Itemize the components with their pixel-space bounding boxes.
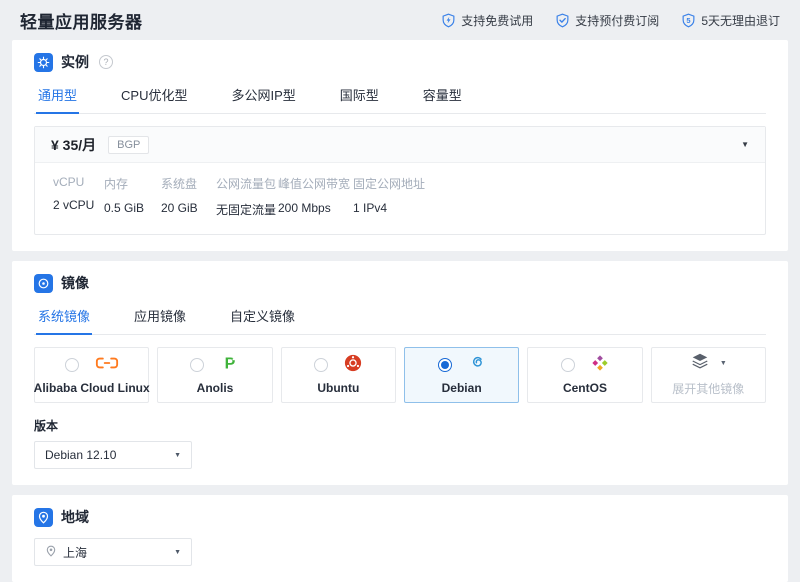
spec-value: 无固定流量 [216,203,277,217]
page-title: 轻量应用服务器 [20,13,143,32]
os-name: Alibaba Cloud Linux [33,381,150,395]
image-section-header: 镜像 [34,273,766,293]
spec-label: 固定公网地址 [353,177,426,191]
version-dropdown[interactable]: Debian 12.10 ▼ [34,441,192,469]
header-badges: 支持免费试用 支持预付费订阅 5 5天无理由退订 [441,12,780,29]
instance-section-header: 实例 ? [34,52,766,72]
radio-unchecked[interactable] [189,358,204,372]
spec-label: 内存 [104,177,129,191]
spec-value: 2 vCPU [53,198,95,212]
chevron-down-icon: ▼ [741,140,749,149]
os-card-anolis[interactable]: P Anolis [157,347,273,403]
image-section: 镜像 系统镜像 应用镜像 自定义镜像 Alibaba Cloud Linux P… [12,261,788,485]
plan-selector: ¥ 35/月 BGP ▼ vCPU 2 vCPU 内存 0.5 GiB 系统盘 … [34,126,766,235]
version-label: 版本 [34,419,59,433]
image-section-title: 镜像 [61,275,89,291]
layers-icon [690,351,710,376]
tab-app-image[interactable]: 应用镜像 [132,299,188,334]
tab-cpu-optimized[interactable]: CPU优化型 [119,78,189,113]
spec-label: 系统盘 [161,177,198,191]
help-icon[interactable]: ? [99,55,113,69]
spec-value: 0.5 GiB [104,201,145,215]
tab-multi-public-ip[interactable]: 多公网IP型 [229,78,297,113]
badge-refund-policy-label: 5天无理由退订 [701,14,780,28]
spec-value: 200 Mbps [278,201,331,215]
os-card-centos[interactable]: CentOS [527,347,643,403]
region-section-header: 地域 [34,507,766,527]
tab-system-image[interactable]: 系统镜像 [36,299,93,335]
spec-fixed-public-ip: 固定公网地址 1 IPv4 [353,175,435,218]
instance-icon [34,52,53,72]
page-header: 轻量应用服务器 支持免费试用 支持预付费订阅 5 5天无理由退订 [0,0,800,40]
radio-unchecked[interactable] [314,358,329,372]
region-icon [34,507,53,527]
badge-prepaid-subscription-label: 支持预付费订阅 [575,14,660,28]
tab-international[interactable]: 国际型 [338,78,381,113]
spec-label: 公网流量包 [216,177,277,191]
location-pin-icon [45,545,57,560]
image-tabs: 系统镜像 应用镜像 自定义镜像 [34,299,766,335]
spec-system-disk: 系统盘 20 GiB [161,175,216,218]
radio-unchecked[interactable] [560,358,575,372]
instance-section-title: 实例 [61,54,89,70]
svg-text:P: P [225,355,236,372]
os-name: Ubuntu [317,381,360,395]
region-dropdown[interactable]: 上海 ▼ [34,538,192,566]
image-icon [34,273,53,293]
expand-other-images-button[interactable]: ▼ 展开其他镜像 [650,347,766,403]
os-card-alibaba-cloud-linux[interactable]: Alibaba Cloud Linux [33,347,150,403]
badge-free-trial-label: 支持免费试用 [461,14,534,28]
shield-5-icon: 5 [681,13,696,28]
os-card-ubuntu[interactable]: Ubuntu [280,347,396,403]
spec-memory: 内存 0.5 GiB [104,175,161,218]
instance-type-tabs: 通用型 CPU优化型 多公网IP型 国际型 容量型 [34,78,766,114]
expand-other-images-label: 展开其他镜像 [672,381,745,396]
region-section-title: 地域 [61,509,89,525]
anolis-logo-icon: P [220,353,240,378]
spec-peak-bandwidth: 峰值公网带宽 200 Mbps [278,175,353,218]
svg-text:5: 5 [687,16,691,25]
plan-price: ¥ 35/月 [51,136,97,153]
plan-selector-header[interactable]: ¥ 35/月 BGP ▼ [35,127,765,163]
shield-check-icon [555,13,570,28]
version-value: Debian 12.10 [45,448,117,462]
bgp-badge: BGP [108,135,150,154]
radio-checked[interactable] [437,358,452,372]
region-value: 上海 [63,545,88,560]
os-card-debian[interactable]: Debian [403,347,520,403]
plan-specs: vCPU 2 vCPU 内存 0.5 GiB 系统盘 20 GiB 公网流量包 … [35,163,765,234]
badge-prepaid-subscription[interactable]: 支持预付费订阅 [555,12,659,29]
spec-vcpu: vCPU 2 vCPU [53,175,104,218]
instance-section: 实例 ? 通用型 CPU优化型 多公网IP型 国际型 容量型 ¥ 35/月 BG… [12,40,788,251]
debian-logo-icon [468,354,486,377]
spec-label: 峰值公网带宽 [278,177,351,191]
radio-unchecked[interactable] [64,358,79,372]
tab-general-type[interactable]: 通用型 [36,78,80,114]
spec-traffic-package: 公网流量包 无固定流量 [216,175,278,218]
chevron-down-icon: ▼ [719,360,727,367]
badge-refund-policy[interactable]: 5 5天无理由退订 [681,12,780,29]
ubuntu-logo-icon [344,354,362,377]
badge-free-trial[interactable]: 支持免费试用 [441,12,533,29]
region-section: 地域 上海 ▼ [12,495,788,582]
centos-logo-icon [591,354,609,377]
chevron-down-icon: ▼ [174,548,181,556]
spec-label: vCPU [53,175,85,189]
tab-custom-image[interactable]: 自定义镜像 [228,299,297,334]
chevron-down-icon: ▼ [174,451,181,459]
spec-value: 1 IPv4 [353,201,388,215]
os-name: Debian [441,381,482,395]
spec-value: 20 GiB [161,201,198,215]
os-options: Alibaba Cloud Linux P Anolis Ubuntu Debi… [34,347,766,403]
tab-capacity[interactable]: 容量型 [421,78,464,113]
shield-lightning-icon [441,13,456,28]
os-name: CentOS [562,381,607,395]
os-name: Anolis [196,381,234,395]
alibaba-cloud-linux-logo-icon [95,356,119,375]
